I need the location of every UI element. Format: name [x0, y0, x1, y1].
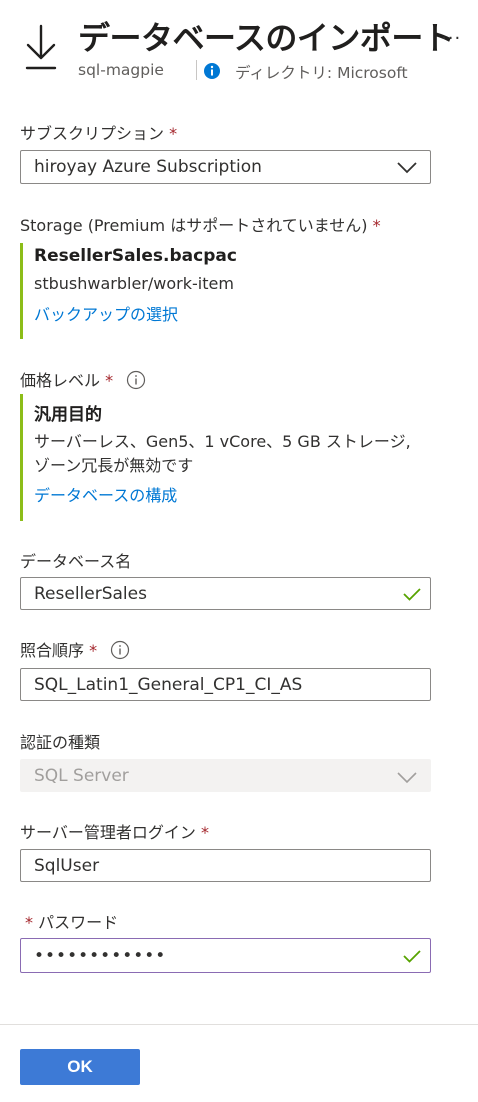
backup-path: stbushwarbler/work-item: [34, 274, 234, 293]
required-mark: *: [169, 124, 178, 143]
subscription-select[interactable]: hiroyay Azure Subscription: [20, 150, 431, 184]
admin-login-value: SqlUser: [34, 855, 100, 876]
backup-file-name: ResellerSales.bacpac: [34, 246, 237, 266]
page-title: データベースのインポート: [78, 19, 455, 57]
checkmark-icon: [402, 586, 422, 607]
checkmark-icon: [402, 948, 422, 969]
password-label: * パスワード: [25, 909, 118, 933]
collation-input[interactable]: SQL_Latin1_General_CP1_CI_AS: [20, 668, 431, 701]
required-mark: *: [89, 641, 98, 660]
required-mark: *: [372, 216, 381, 235]
pricing-tier-detail: サーバーレス、Gen5、1 vCore、5 GB ストレージ, ゾーン冗長が無効…: [34, 432, 411, 475]
admin-login-label-text: サーバー管理者ログイン: [20, 823, 196, 842]
collation-value: SQL_Latin1_General_CP1_CI_AS: [34, 674, 303, 695]
password-value: ••••••••••••: [34, 945, 167, 966]
storage-card: ResellerSales.bacpac stbushwarbler/work-…: [20, 243, 237, 339]
info-icon: [203, 62, 221, 84]
admin-login-label: サーバー管理者ログイン *: [20, 819, 209, 843]
subscription-label-text: サブスクリプション: [20, 124, 165, 143]
chevron-down-icon: [396, 767, 418, 792]
required-mark: *: [25, 913, 33, 932]
configure-database-link[interactable]: データベースの構成: [34, 482, 434, 506]
download-icon: [24, 24, 58, 76]
subscription-value: hiroyay Azure Subscription: [34, 157, 262, 177]
info-circle-icon[interactable]: [110, 640, 130, 664]
auth-type-label: 認証の種類: [20, 733, 101, 752]
ok-button[interactable]: OK: [20, 1049, 140, 1085]
collation-label-text: 照合順序: [20, 641, 85, 660]
subscription-label: サブスクリプション *: [20, 120, 177, 144]
subtitle-divider: [196, 60, 197, 80]
database-name-label: データベース名: [20, 552, 132, 571]
required-mark: *: [200, 823, 209, 842]
pricing-tier-label: 価格レベル *: [20, 367, 146, 394]
password-label-text: パスワード: [38, 913, 119, 932]
info-circle-icon[interactable]: [126, 370, 146, 394]
footer-divider: [0, 1024, 478, 1025]
more-options-icon[interactable]: ...: [441, 23, 461, 44]
storage-label: Storage (Premium はサポートされていません) *: [20, 212, 381, 236]
chevron-down-icon: [396, 157, 418, 182]
database-name-value: ResellerSales: [34, 583, 147, 604]
admin-login-input[interactable]: SqlUser: [20, 849, 431, 882]
password-input[interactable]: ••••••••••••: [20, 938, 431, 973]
collation-label: 照合順序 *: [20, 637, 130, 664]
auth-type-value: SQL Server: [34, 765, 129, 786]
server-name: sql-magpie: [78, 61, 164, 79]
pricing-tier-name: 汎用目的: [34, 405, 102, 425]
auth-type-select: SQL Server: [20, 759, 431, 792]
directory-text: ディレクトリ: Microsoft: [235, 64, 408, 82]
database-name-input[interactable]: ResellerSales: [20, 577, 431, 610]
pricing-tier-label-text: 価格レベル: [20, 371, 101, 390]
storage-label-text: Storage (Premium はサポートされていません): [20, 216, 368, 235]
pricing-card: 汎用目的 サーバーレス、Gen5、1 vCore、5 GB ストレージ, ゾーン…: [20, 394, 434, 521]
select-backup-link[interactable]: バックアップの選択: [34, 301, 237, 325]
required-mark: *: [105, 371, 114, 390]
